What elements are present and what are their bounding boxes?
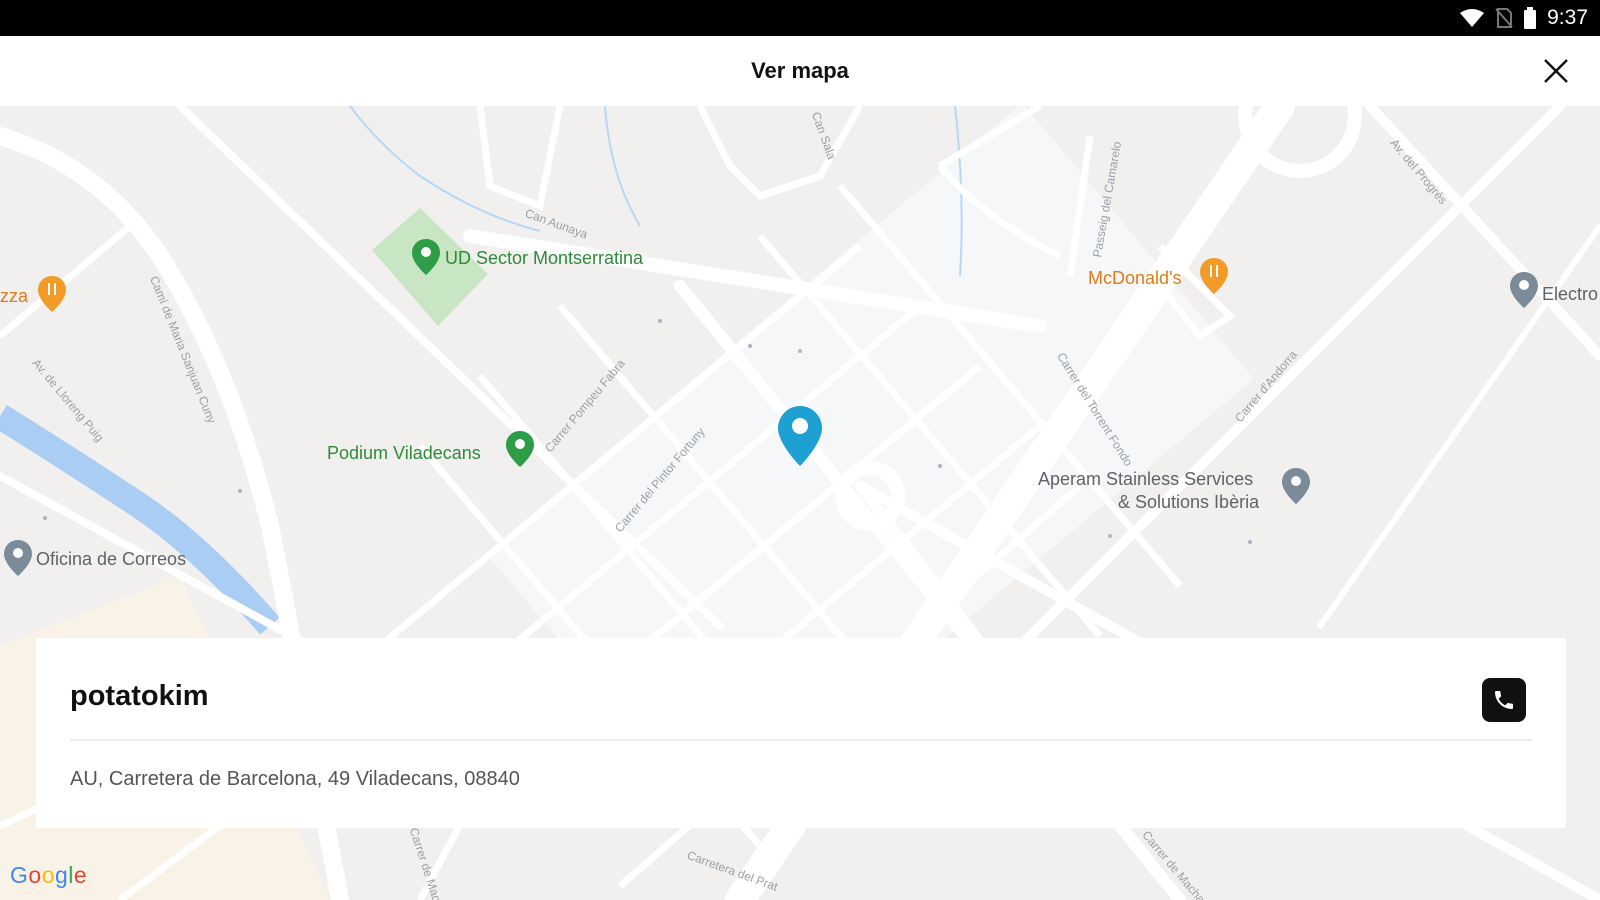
wifi-icon (1460, 9, 1485, 27)
poi-label[interactable]: McDonald's (1088, 268, 1181, 289)
place-name: potatokim (70, 680, 209, 712)
poi-label[interactable]: Oficina de Correos (36, 549, 186, 570)
poi-label[interactable]: UD Sector Montserratina (445, 248, 643, 269)
post-office-marker-icon[interactable] (4, 540, 32, 576)
sports-marker-icon[interactable] (506, 431, 534, 467)
close-icon[interactable] (1540, 55, 1572, 87)
business-marker-icon[interactable] (1510, 272, 1538, 308)
business-marker-icon[interactable] (1282, 468, 1310, 504)
phone-icon (1495, 691, 1513, 709)
place-address: AU, Carretera de Barcelona, 49 Viladecan… (70, 768, 520, 790)
battery-icon (1524, 7, 1537, 29)
poi-label[interactable]: Podium Viladecans (327, 443, 481, 464)
status-time: 9:37 (1547, 6, 1588, 29)
call-button[interactable] (1482, 678, 1526, 722)
location-pin-icon[interactable] (778, 406, 822, 466)
poi-label[interactable]: zza (0, 286, 28, 307)
no-sim-icon (1495, 8, 1513, 28)
status-icons: 9:37 (1459, 0, 1588, 36)
place-card: potatokim AU, Carretera de Barcelona, 49… (36, 638, 1566, 828)
restaurant-marker-icon[interactable] (1200, 258, 1228, 294)
google-logo: Google (10, 862, 88, 888)
page-title: Ver mapa (751, 58, 849, 83)
status-bar: 9:37 (0, 0, 1600, 36)
poi-label[interactable]: Electro (1542, 284, 1598, 305)
park-marker-icon[interactable] (412, 239, 440, 275)
restaurant-marker-icon[interactable] (38, 276, 66, 312)
poi-label[interactable]: & Solutions Ibèria (1118, 492, 1259, 513)
poi-label[interactable]: Aperam Stainless Services (1038, 469, 1253, 490)
divider (70, 739, 1532, 741)
header: Ver mapa (0, 36, 1600, 106)
